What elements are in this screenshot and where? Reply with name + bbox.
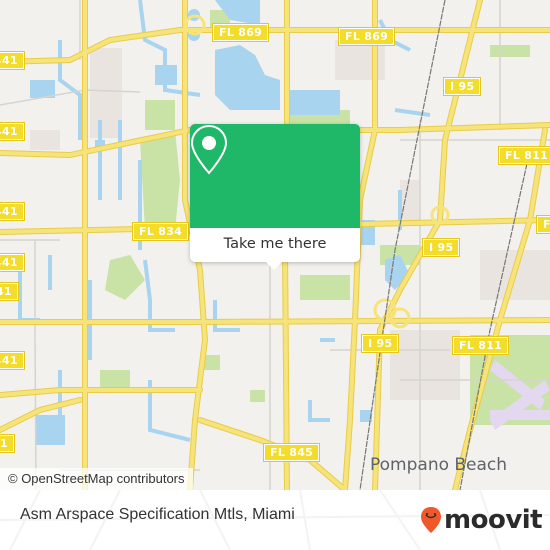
map-pin-icon: [190, 124, 228, 175]
road-shield-us441: 441: [0, 202, 25, 221]
road-shield-us441: 441: [0, 351, 25, 370]
popup-header: [190, 124, 360, 228]
road-shield-fl811: FL 811: [497, 146, 550, 165]
road-shield-i95: I 95: [421, 238, 461, 257]
road-shield-fl811: FL 811: [451, 336, 510, 355]
road-shield-us441: 441: [0, 434, 15, 453]
footer: Asm Arspace Specification Mtls, Miami mo…: [0, 490, 550, 550]
city-label-pompano-beach: Pompano Beach: [370, 455, 508, 475]
take-me-there-button[interactable]: Take me there: [190, 228, 360, 262]
road-shield-fl: FL: [535, 215, 550, 234]
road-shield-us441: 441: [0, 282, 19, 301]
place-name: Asm Arspace Specification Mtls, Miami: [20, 506, 295, 523]
road-shield-us441: 441: [0, 122, 25, 141]
popup-pointer: [265, 261, 283, 270]
road-shield-us441: 441: [0, 51, 25, 70]
road-shield-us441: 441: [0, 253, 25, 272]
map-view[interactable]: FL 869 FL 869 I 95 FL 811 FL 834 I 95 I …: [0, 0, 550, 490]
moovit-pin-icon: [421, 507, 441, 533]
road-shield-fl869: FL 869: [337, 27, 396, 46]
road-shield-fl845: FL 845: [262, 443, 321, 462]
road-shield-fl834: FL 834: [131, 222, 190, 241]
road-shield-i95: I 95: [442, 77, 482, 96]
moovit-wordmark: moovit: [444, 505, 543, 535]
road-shield-i95: I 95: [360, 334, 400, 353]
map-attribution[interactable]: © OpenStreetMap contributors: [0, 468, 193, 490]
road-shield-fl869: FL 869: [211, 23, 270, 42]
moovit-logo[interactable]: moovit: [420, 505, 543, 535]
location-popup: Take me there: [190, 124, 360, 270]
